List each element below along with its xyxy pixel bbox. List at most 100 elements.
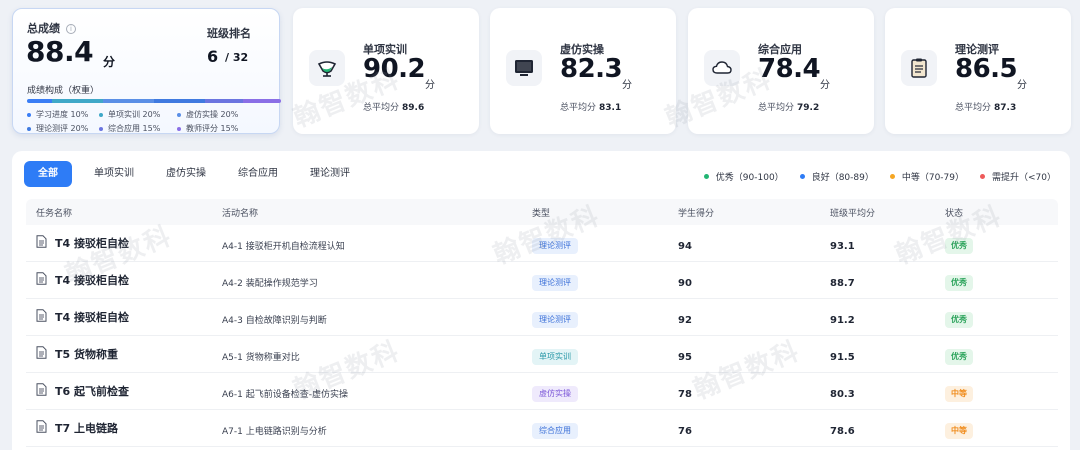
activity-name: A7-1 上电链路识别与分析: [222, 426, 327, 437]
card-unit: 分: [820, 80, 830, 91]
card-average: 总平均分 83.1: [560, 103, 622, 113]
legend-dot-icon: [177, 112, 181, 117]
document-icon: [36, 383, 47, 399]
header-type: 类型: [532, 208, 551, 219]
card-unit: 分: [622, 80, 632, 91]
total-score-unit: 分: [103, 55, 116, 69]
class-rank-value: 6: [207, 47, 219, 66]
table-row[interactable]: T4 接驳柜自检 A4-1 接驳柜开机自检流程认知 理论测评 94 93.1 优秀: [26, 225, 1058, 262]
flask-icon: [309, 50, 345, 86]
legend-dot-icon: [177, 126, 181, 131]
document-icon: [36, 346, 47, 362]
student-score: 94: [678, 240, 692, 252]
score-detail-panel: 全部 单项实训 虚仿实操 综合应用 理论测评 优秀（90-100） 良好（80-…: [12, 151, 1070, 450]
student-score: 92: [678, 314, 692, 326]
composition-legend-item: 虚仿实操 20%: [177, 109, 267, 120]
table-row[interactable]: T7 上电链路 A7-1 上电链路识别与分析 综合应用 76 78.6 中等: [26, 410, 1058, 447]
task-name: T4 接驳柜自检: [36, 309, 222, 325]
grade-legend: 优秀（90-100） 良好（80-89） 中等（70-79） 需提升（<70）: [688, 170, 1056, 183]
tab-single-training[interactable]: 单项实训: [78, 161, 150, 187]
student-score: 95: [678, 351, 692, 363]
composition-legend: 学习进度 10% 单项实训 20% 虚仿实操 20% 理论测评 20% 综合应用 15%…: [27, 109, 277, 134]
composition-segment: [242, 99, 281, 103]
legend-dot-icon: [27, 126, 31, 131]
status-dot-icon: [703, 174, 709, 179]
task-name: T4 接驳柜自检: [36, 272, 222, 288]
grade-medium: 中等（70-79）: [889, 170, 964, 183]
cloud-icon: [704, 50, 740, 86]
card-unit: 分: [425, 80, 435, 91]
filter-tabs: 全部 单项实训 虚仿实操 综合应用 理论测评: [24, 161, 366, 187]
class-average: 91.5: [830, 351, 855, 363]
card-average: 总平均分 87.3: [955, 103, 1017, 113]
class-average: 88.7: [830, 277, 855, 289]
student-score: 76: [678, 425, 692, 437]
composition-legend-item: 综合应用 15%: [99, 123, 177, 134]
total-score-value: 88.4: [26, 35, 94, 68]
type-badge: 理论测评: [532, 311, 578, 328]
student-score: 90: [678, 277, 692, 289]
grade-good: 良好（80-89）: [799, 170, 874, 183]
activity-name: A5-1 货物称重对比: [222, 352, 300, 363]
info-icon[interactable]: i: [66, 24, 76, 34]
task-name: T5 货物称重: [36, 346, 222, 362]
type-badge: 理论测评: [532, 274, 578, 291]
activity-name: A6-1 起飞前设备检查-虚仿实操: [222, 389, 348, 400]
document-icon: [36, 235, 47, 251]
total-score-label: 总成绩 i: [27, 20, 76, 36]
status-badge: 优秀: [945, 237, 973, 254]
header-task: 任务名称: [36, 208, 73, 219]
table-row[interactable]: T5 货物称重 A5-1 货物称重对比 单项实训 95 91.5 优秀: [26, 336, 1058, 373]
status-badge: 优秀: [945, 311, 973, 328]
card-virtual-practice[interactable]: 虚仿实操 82.3 分 总平均分 83.1: [490, 8, 676, 134]
card-theory-test[interactable]: 理论测评 86.5 分 总平均分 87.3: [885, 8, 1071, 134]
table-row[interactable]: T4 接驳柜自检 A4-2 装配操作规范学习 理论测评 90 88.7 优秀: [26, 262, 1058, 299]
document-icon: [36, 272, 47, 288]
composition-label: 成绩构成（权重）: [27, 86, 100, 96]
card-comprehensive[interactable]: 综合应用 78.4 分 总平均分 79.2: [688, 8, 874, 134]
type-badge: 单项实训: [532, 348, 578, 365]
status-dot-icon: [889, 174, 895, 179]
card-score: 86.5: [955, 54, 1018, 84]
legend-dot-icon: [27, 112, 31, 117]
composition-segment: [27, 99, 53, 103]
card-score: 78.4: [758, 54, 821, 84]
card-score: 82.3: [560, 54, 623, 84]
tab-virtual-practice[interactable]: 虚仿实操: [150, 161, 222, 187]
type-badge: 理论测评: [532, 237, 578, 254]
class-average: 78.6: [830, 425, 855, 437]
card-unit: 分: [1017, 80, 1027, 91]
status-dot-icon: [980, 174, 985, 179]
document-icon: [36, 309, 47, 325]
grade-improve: 需提升（<70）: [980, 170, 1056, 183]
card-average: 总平均分 79.2: [758, 103, 820, 113]
grade-excellent: 优秀（90-100）: [703, 170, 784, 183]
composition-legend-item: 单项实训 20%: [99, 109, 177, 120]
composition-legend-item: 学习进度 10%: [27, 109, 99, 120]
header-status: 状态: [945, 208, 964, 219]
status-badge: 优秀: [945, 274, 973, 291]
tab-all[interactable]: 全部: [24, 161, 72, 187]
tab-comprehensive[interactable]: 综合应用: [222, 161, 294, 187]
student-score: 78: [678, 388, 692, 400]
type-badge: 虚仿实操: [532, 385, 578, 402]
composition-segment: [154, 99, 205, 103]
table-body: T4 接驳柜自检 A4-1 接驳柜开机自检流程认知 理论测评 94 93.1 优秀 T4 接…: [26, 225, 1058, 447]
type-badge: 综合应用: [532, 422, 578, 439]
activity-name: A4-1 接驳柜开机自检流程认知: [222, 241, 345, 252]
header-class-average: 班级平均分: [830, 208, 876, 219]
class-average: 80.3: [830, 388, 855, 400]
composition-legend-item: 理论测评 20%: [27, 123, 99, 134]
status-badge: 中等: [945, 422, 973, 439]
header-activity: 活动名称: [222, 208, 259, 219]
class-rank-label: 班级排名: [207, 27, 251, 40]
score-table: 任务名称 活动名称 类型 学生得分 班级平均分 状态 T4 接驳柜自检 A4-1 …: [26, 199, 1058, 447]
table-row[interactable]: T4 接驳柜自检 A4-3 自检故障识别与判断 理论测评 92 91.2 优秀: [26, 299, 1058, 336]
status-badge: 优秀: [945, 348, 973, 365]
card-single-training[interactable]: 单项实训 90.2 分 总平均分 89.6: [293, 8, 479, 134]
table-row[interactable]: T6 起飞前检查 A6-1 起飞前设备检查-虚仿实操 虚仿实操 78 80.3 中等: [26, 373, 1058, 410]
tab-theory-test[interactable]: 理论测评: [294, 161, 366, 187]
monitor-icon: [506, 50, 542, 86]
task-name: T6 起飞前检查: [36, 383, 222, 399]
class-average: 91.2: [830, 314, 855, 326]
